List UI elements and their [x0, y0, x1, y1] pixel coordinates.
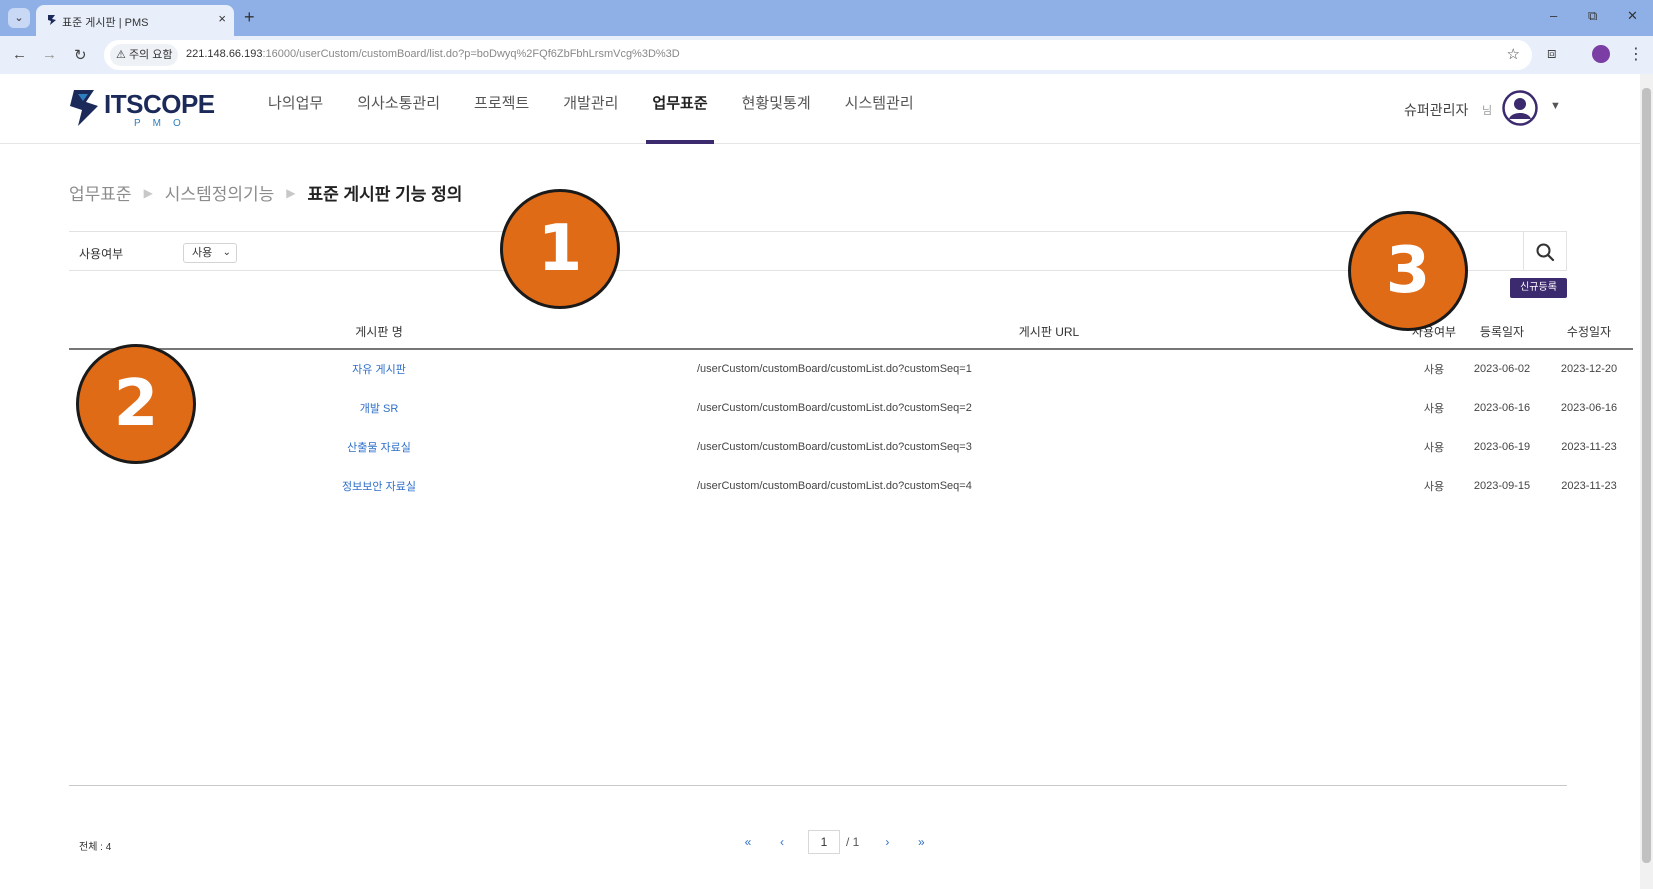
breadcrumb: 업무표준 ▶ 시스템정의기능 ▶ 표준 게시판 기능 정의: [69, 180, 462, 205]
footer-divider: [69, 785, 1567, 786]
board-table: 게시판 명 게시판 URL 사용여부 등록일자 수정일자 자유 게시판 /use…: [69, 315, 1633, 505]
use-cell: 사용: [1423, 480, 1445, 493]
updated-date-cell: 2023-11-23: [1561, 479, 1617, 492]
pagination: « ‹ 1 / 1 › »: [736, 830, 943, 854]
use-cell: 사용: [1423, 441, 1445, 454]
page-scrollbar[interactable]: [1640, 74, 1653, 889]
board-url-cell: /userCustom/customBoard/customList.do?cu…: [697, 401, 972, 414]
url-host: 221.148.66.193: [186, 48, 263, 60]
forward-icon[interactable]: →: [42, 46, 57, 63]
use-filter-select[interactable]: 사용 ⌄: [183, 243, 237, 263]
extensions-icon[interactable]: ⧈: [1547, 45, 1557, 62]
callout-3: 3: [1348, 211, 1468, 331]
tab-title: 표준 게시판 | PMS: [62, 17, 149, 29]
total-count: 전체 : 4: [79, 842, 112, 853]
security-warning-chip[interactable]: ⚠ 주의 요함: [110, 44, 179, 66]
updated-date-cell: 2023-06-16: [1560, 401, 1618, 414]
page-title: 표준 게시판 기능 정의: [307, 185, 463, 204]
breadcrumb-separator-icon: ▶: [143, 185, 153, 200]
profile-icon[interactable]: [1592, 45, 1610, 63]
breadcrumb-level2[interactable]: 시스템정의기능: [165, 180, 274, 205]
minimize-icon[interactable]: –: [1550, 8, 1557, 23]
scrollbar-thumb[interactable]: [1642, 88, 1651, 863]
prev-page-icon[interactable]: ‹: [770, 835, 794, 849]
browser-toolbar: ← → ↻ ⚠ 주의 요함 221.148.66.193:16000/userC…: [0, 36, 1653, 74]
callout-2: 2: [76, 344, 196, 464]
use-filter-label: 사용여부: [79, 247, 124, 261]
search-button[interactable]: [1523, 232, 1567, 271]
nav-status-statistics[interactable]: 현황및통계: [742, 74, 811, 144]
bookmark-star-icon[interactable]: ☆: [1507, 45, 1520, 63]
new-tab-icon[interactable]: +: [244, 7, 255, 28]
logo-mark-icon: [70, 90, 98, 126]
created-date-cell: 2023-09-15: [1473, 479, 1531, 492]
breadcrumb-level1[interactable]: 업무표준: [69, 180, 132, 205]
created-date-cell: 2023-06-19: [1473, 440, 1531, 453]
new-register-button[interactable]: 신규등록: [1510, 278, 1567, 298]
logo-text: ITSCOPE: [104, 89, 215, 119]
breadcrumb-separator-icon: ▶: [286, 185, 296, 200]
nav-work-standard[interactable]: 업무표준: [646, 74, 714, 144]
chevron-down-icon: ⌄: [222, 247, 231, 258]
page-total: / 1: [846, 835, 860, 849]
table-row[interactable]: 정보보안 자료실 /userCustom/customBoard/customL…: [69, 466, 1633, 505]
search-icon: [1536, 243, 1555, 261]
nav-project[interactable]: 프로젝트: [474, 74, 529, 144]
table-row[interactable]: 산출물 자료실 /userCustom/customBoard/customLi…: [69, 427, 1633, 466]
column-header[interactable]: 게시판 명: [69, 315, 689, 350]
updated-date-cell: 2023-11-23: [1561, 440, 1617, 453]
address-bar[interactable]: ⚠ 주의 요함 221.148.66.193:16000/userCustom/…: [104, 40, 1532, 70]
user-name: 슈퍼관리자: [1404, 102, 1469, 118]
board-url-cell: /userCustom/customBoard/customList.do?cu…: [697, 440, 972, 453]
main-nav: 나의업무 의사소통관리 프로젝트 개발관리 업무표준 현황및통계 시스템관리: [268, 74, 948, 144]
warning-icon: ⚠: [116, 49, 126, 61]
updated-date-cell: 2023-12-20: [1560, 363, 1618, 375]
browser-tab[interactable]: 표준 게시판 | PMS ×: [36, 5, 234, 36]
board-name-link[interactable]: 정보보안 자료실: [69, 466, 689, 505]
board-url-cell: /userCustom/customBoard/customList.do?cu…: [697, 479, 972, 492]
favicon-icon: [48, 15, 56, 25]
page-number-input[interactable]: 1: [808, 830, 840, 854]
user-suffix: 님: [1482, 105, 1493, 117]
next-page-icon[interactable]: ›: [875, 835, 899, 849]
logo[interactable]: ITSCOPE PMO: [68, 88, 215, 130]
column-header[interactable]: 수정일자: [1545, 315, 1633, 350]
url-text: 221.148.66.193:16000/userCustom/customBo…: [186, 48, 680, 60]
search-panel: 사용여부 사용 ⌄: [69, 231, 1567, 271]
app-header: ITSCOPE PMO 나의업무 의사소통관리 프로젝트 개발관리 업무표준 현…: [0, 74, 1640, 144]
column-header[interactable]: 등록일자: [1459, 315, 1545, 350]
board-url-cell: /userCustom/customBoard/customList.do?cu…: [697, 363, 972, 375]
tab-search-button[interactable]: ⌄: [8, 8, 30, 28]
url-path: :16000/userCustom/customBoard/list.do?p=…: [262, 48, 680, 60]
browser-menu-icon[interactable]: ⋮: [1628, 44, 1644, 64]
nav-communication[interactable]: 의사소통관리: [357, 74, 440, 144]
created-date-cell: 2023-06-02: [1473, 363, 1531, 375]
table-row[interactable]: 자유 게시판 /userCustom/customBoard/customLis…: [69, 349, 1633, 388]
created-date-cell: 2023-06-16: [1473, 401, 1531, 414]
column-header[interactable]: 게시판 URL: [689, 315, 1409, 350]
nav-system-admin[interactable]: 시스템관리: [845, 74, 914, 144]
use-filter-value: 사용: [192, 247, 213, 259]
browser-tab-bar: ⌄ 표준 게시판 | PMS × + – ⧉ ✕: [0, 0, 1653, 36]
logo-subtext: PMO: [134, 118, 193, 129]
reload-icon[interactable]: ↻: [74, 46, 87, 64]
last-page-icon[interactable]: »: [909, 835, 933, 849]
callout-1: 1: [500, 189, 620, 309]
security-label: 주의 요함: [128, 49, 173, 61]
nav-my-work[interactable]: 나의업무: [268, 74, 323, 144]
nav-development[interactable]: 개발관리: [563, 74, 618, 144]
close-window-icon[interactable]: ✕: [1627, 8, 1638, 24]
use-cell: 사용: [1423, 364, 1445, 376]
table-row[interactable]: 개발 SR /userCustom/customBoard/customList…: [69, 388, 1633, 427]
back-icon[interactable]: ←: [12, 46, 27, 63]
close-tab-icon[interactable]: ×: [218, 11, 226, 26]
restore-icon[interactable]: ⧉: [1588, 8, 1597, 24]
caret-down-icon[interactable]: ▼: [1550, 100, 1561, 112]
use-cell: 사용: [1423, 402, 1445, 415]
first-page-icon[interactable]: «: [736, 835, 760, 849]
avatar-icon[interactable]: [1502, 90, 1538, 126]
